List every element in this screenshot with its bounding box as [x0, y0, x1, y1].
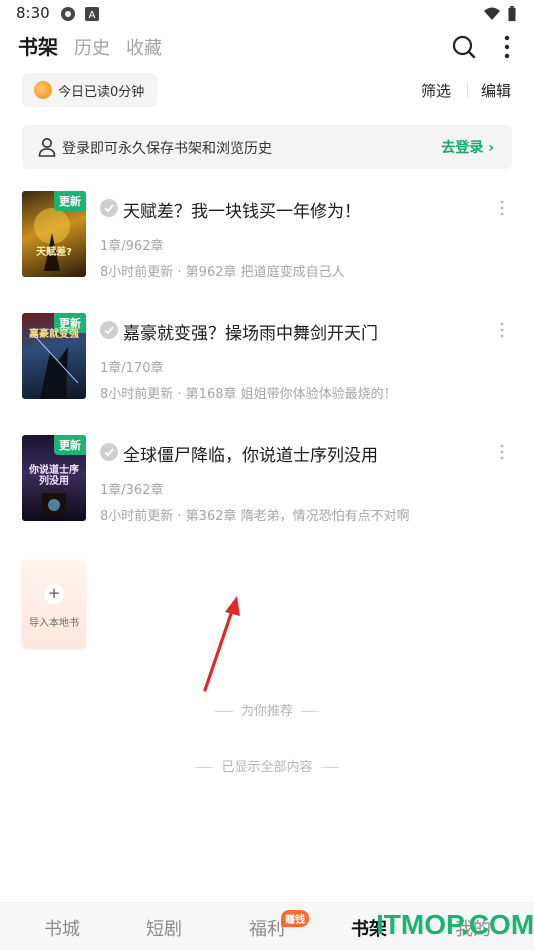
book-progress: 1章/362章	[100, 483, 164, 498]
check-icon	[100, 199, 118, 217]
book-latest-update: 8小时前更新 · 第168章 姐姐带你体验体验最烧的！	[100, 387, 397, 402]
battery-icon	[508, 6, 516, 22]
check-icon	[100, 321, 118, 339]
top-tab-bar: 书架 历史 收藏	[18, 30, 178, 60]
login-banner-message: 登录即可永久保存书架和浏览历史	[62, 141, 272, 157]
check-icon	[100, 443, 118, 461]
update-tag: 更新	[54, 435, 86, 455]
book-progress: 1章/962章	[100, 239, 164, 254]
book-title: 嘉豪就变强？操场雨中舞剑开天门	[123, 324, 378, 344]
update-tag: 更新	[54, 191, 86, 211]
divider-dash	[320, 767, 339, 768]
reading-time-label: 今日已读0分钟	[58, 84, 145, 100]
login-banner[interactable]: 登录即可永久保存书架和浏览历史 去登录 ›	[22, 125, 512, 169]
nav-welfare[interactable]: 福利	[249, 915, 285, 941]
svg-text:A: A	[89, 10, 96, 21]
app-a-icon: A	[85, 7, 99, 21]
end-of-content-label: 已显示全部内容	[221, 760, 313, 775]
filter-button[interactable]: 筛选	[421, 80, 451, 101]
tab-history[interactable]: 历史	[74, 34, 110, 60]
book-more-icon[interactable]	[496, 321, 508, 339]
coin-icon	[34, 81, 52, 99]
red-arrow-annotation	[203, 596, 240, 692]
book-more-icon[interactable]	[496, 199, 508, 217]
tab-bookshelf[interactable]: 书架	[18, 31, 58, 60]
import-local-book-card[interactable]: + 导入本地书	[22, 560, 86, 648]
import-local-book-label: 导入本地书	[29, 618, 79, 629]
divider-dash	[195, 767, 214, 768]
book-item[interactable]: 更新 你说道士序列没用 全球僵尸降临，你说道士序列没用 1章/362章 8小时前…	[22, 435, 512, 535]
plus-icon: +	[44, 584, 64, 604]
recommend-divider-label: 为你推荐	[240, 704, 293, 719]
status-time: 8:30	[16, 4, 50, 22]
book-cover[interactable]: 更新 天赋差?	[22, 191, 86, 277]
go-login-link[interactable]: 去登录 ›	[441, 137, 494, 157]
more-menu-icon[interactable]	[494, 34, 520, 60]
nav-bookstore[interactable]: 书城	[44, 915, 80, 941]
action-divider	[467, 82, 468, 98]
nav-short-drama[interactable]: 短剧	[146, 915, 182, 941]
book-cover[interactable]: 更新 你说道士序列没用	[22, 435, 86, 521]
book-latest-update: 8小时前更新 · 第362章 隋老弟，情况恐怕有点不对啊	[100, 509, 410, 524]
book-cover[interactable]: 更新 嘉豪就变强	[22, 313, 86, 399]
book-item[interactable]: 更新 天赋差? 天赋差？我一块钱买一年修为！ 1章/962章 8小时前更新 · …	[22, 191, 512, 291]
tab-favorites[interactable]: 收藏	[126, 34, 162, 60]
book-title: 全球僵尸降临，你说道士序列没用	[123, 446, 378, 466]
watermark-logo: ITMOP.COM	[376, 909, 534, 940]
vpn-icon	[61, 7, 75, 21]
book-title: 天赋差？我一块钱买一年修为！	[123, 202, 361, 222]
book-more-icon[interactable]	[496, 443, 508, 461]
edit-button[interactable]: 编辑	[481, 80, 511, 101]
divider-dash	[214, 711, 233, 712]
wifi-icon	[484, 7, 500, 20]
book-latest-update: 8小时前更新 · 第962章 把道庭变成自己人	[100, 265, 345, 280]
cover-title: 你说道士序列没用	[29, 465, 79, 487]
user-icon	[38, 138, 56, 157]
status-bar: 8:30 A	[0, 0, 534, 28]
end-of-content-divider: 已显示全部内容	[0, 756, 534, 775]
book-progress: 1章/170章	[100, 361, 164, 376]
earn-badge: 赚钱	[281, 910, 309, 927]
book-item[interactable]: 更新 嘉豪就变强 嘉豪就变强？操场雨中舞剑开天门 1章/170章 8小时前更新 …	[22, 313, 512, 413]
recommend-divider: 为你推荐	[0, 700, 534, 719]
cover-title: 天赋差?	[36, 247, 72, 258]
divider-dash	[301, 711, 319, 712]
search-icon[interactable]	[451, 34, 477, 60]
reading-time-chip[interactable]: 今日已读0分钟	[22, 73, 157, 107]
cover-title: 嘉豪就变强	[29, 329, 79, 340]
